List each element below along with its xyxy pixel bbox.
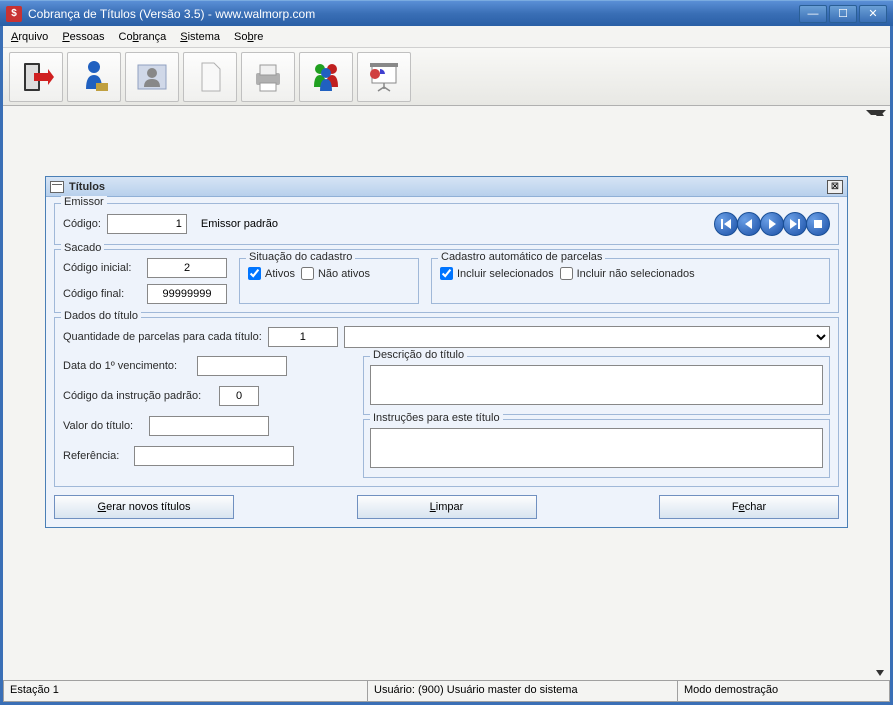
instrucoes-group: Instruções para este título [363, 419, 830, 478]
nav-stop-button[interactable] [806, 212, 830, 236]
ativos-checkbox-label[interactable]: Ativos [248, 267, 295, 280]
person-stamp-icon [76, 59, 112, 95]
ativos-checkbox[interactable] [248, 267, 261, 280]
record-nav-buttons [715, 212, 830, 236]
scroll-down-icon[interactable] [876, 670, 884, 676]
incluir-sel-checkbox-label[interactable]: Incluir selecionados [440, 267, 554, 280]
menu-arquivo[interactable]: Arquivo [11, 31, 48, 43]
close-button[interactable]: ✕ [859, 5, 887, 23]
menu-cobranca[interactable]: Cobrança [119, 31, 167, 43]
menu-sobre[interactable]: Sobre [234, 31, 263, 43]
main-content-area: Títulos ⊠ Emissor Código: Emissor padrão [3, 106, 890, 680]
nao-ativos-checkbox-label[interactable]: Não ativos [301, 267, 370, 280]
ref-label: Referência: [63, 450, 128, 462]
emissor-codigo-input[interactable] [107, 214, 187, 234]
scroll-up-icon[interactable] [876, 110, 884, 116]
situacao-fieldset: Situação do cadastro Ativos Não ativos [239, 258, 419, 304]
window-title: Cobrança de Títulos (Versão 3.5) - www.w… [28, 7, 799, 21]
nav-prev-button[interactable] [737, 212, 761, 236]
nao-ativos-checkbox[interactable] [301, 267, 314, 280]
valor-input[interactable] [149, 416, 269, 436]
titulos-panel: Títulos ⊠ Emissor Código: Emissor padrão [45, 176, 848, 528]
sacado-fieldset: Sacado Código inicial: Código final: [54, 249, 839, 313]
parcelas-select[interactable] [344, 326, 830, 348]
codigo-final-label: Código final: [63, 288, 141, 300]
toolbar-print-button[interactable] [241, 52, 295, 102]
incluir-nao-sel-checkbox-label[interactable]: Incluir não selecionados [560, 267, 695, 280]
toolbar [3, 48, 890, 106]
panel-close-button[interactable]: ⊠ [827, 180, 843, 194]
printer-icon [250, 59, 286, 95]
emissor-nome-text: Emissor padrão [201, 218, 278, 230]
cadastro-auto-fieldset: Cadastro automático de parcelas Incluir … [431, 258, 830, 304]
valor-label: Valor do título: [63, 420, 143, 432]
statusbar: Estação 1 Usuário: (900) Usuário master … [3, 680, 890, 702]
codigo-inicial-label: Código inicial: [63, 262, 141, 274]
contact-card-icon [134, 59, 170, 95]
incluir-sel-checkbox[interactable] [440, 267, 453, 280]
nav-last-button[interactable] [783, 212, 807, 236]
panel-titlebar: Títulos ⊠ [46, 177, 847, 197]
emissor-legend: Emissor [61, 196, 107, 208]
toolbar-exit-button[interactable] [9, 52, 63, 102]
status-modo: Modo demostração [678, 681, 890, 702]
menu-pessoas[interactable]: Pessoas [62, 31, 104, 43]
nav-next-button[interactable] [760, 212, 784, 236]
window-titlebar: $ Cobrança de Títulos (Versão 3.5) - www… [0, 0, 893, 26]
data-venc-input[interactable] [197, 356, 287, 376]
instrucao-input[interactable] [219, 386, 259, 406]
emissor-codigo-label: Código: [63, 218, 101, 230]
dados-legend: Dados do título [61, 310, 141, 322]
status-usuario: Usuário: (900) Usuário master do sistema [368, 681, 678, 702]
codigo-inicial-input[interactable] [147, 258, 227, 278]
incluir-nao-sel-checkbox[interactable] [560, 267, 573, 280]
presentation-chart-icon [366, 59, 402, 95]
app-icon: $ [6, 6, 22, 22]
cadastro-auto-legend: Cadastro automático de parcelas [438, 251, 605, 263]
toolbar-contact-button[interactable] [125, 52, 179, 102]
emissor-fieldset: Emissor Código: Emissor padrão [54, 203, 839, 245]
panel-window-icon [50, 181, 64, 193]
gerar-button[interactable]: Gerar novos títulos [54, 495, 234, 519]
situacao-legend: Situação do cadastro [246, 251, 355, 263]
toolbar-document-button[interactable] [183, 52, 237, 102]
document-icon [192, 59, 228, 95]
exit-door-icon [18, 59, 54, 95]
menubar: Arquivo Pessoas Cobrança Sistema Sobre [3, 26, 890, 48]
toolbar-person-button[interactable] [67, 52, 121, 102]
toolbar-group-button[interactable] [299, 52, 353, 102]
sacado-legend: Sacado [61, 242, 104, 254]
nav-first-button[interactable] [714, 212, 738, 236]
people-group-icon [308, 59, 344, 95]
instrucoes-textarea[interactable] [370, 428, 823, 468]
maximize-button[interactable]: ☐ [829, 5, 857, 23]
qtd-parcelas-input[interactable] [268, 327, 338, 347]
menu-sistema[interactable]: Sistema [180, 31, 220, 43]
limpar-button[interactable]: Limpar [357, 495, 537, 519]
toolbar-chart-button[interactable] [357, 52, 411, 102]
ref-input[interactable] [134, 446, 294, 466]
descricao-legend: Descrição do título [370, 349, 467, 361]
panel-title: Títulos [69, 181, 827, 193]
descricao-textarea[interactable] [370, 365, 823, 405]
minimize-button[interactable]: — [799, 5, 827, 23]
descricao-group: Descrição do título [363, 356, 830, 415]
fechar-button[interactable]: Fechar [659, 495, 839, 519]
dados-fieldset: Dados do título Quantidade de parcelas p… [54, 317, 839, 487]
data-venc-label: Data do 1º vencimento: [63, 360, 191, 372]
instrucao-label: Código da instrução padrão: [63, 390, 213, 402]
codigo-final-input[interactable] [147, 284, 227, 304]
instrucoes-legend: Instruções para este título [370, 412, 503, 424]
qtd-parcelas-label: Quantidade de parcelas para cada título: [63, 331, 262, 343]
status-estacao: Estação 1 [3, 681, 368, 702]
